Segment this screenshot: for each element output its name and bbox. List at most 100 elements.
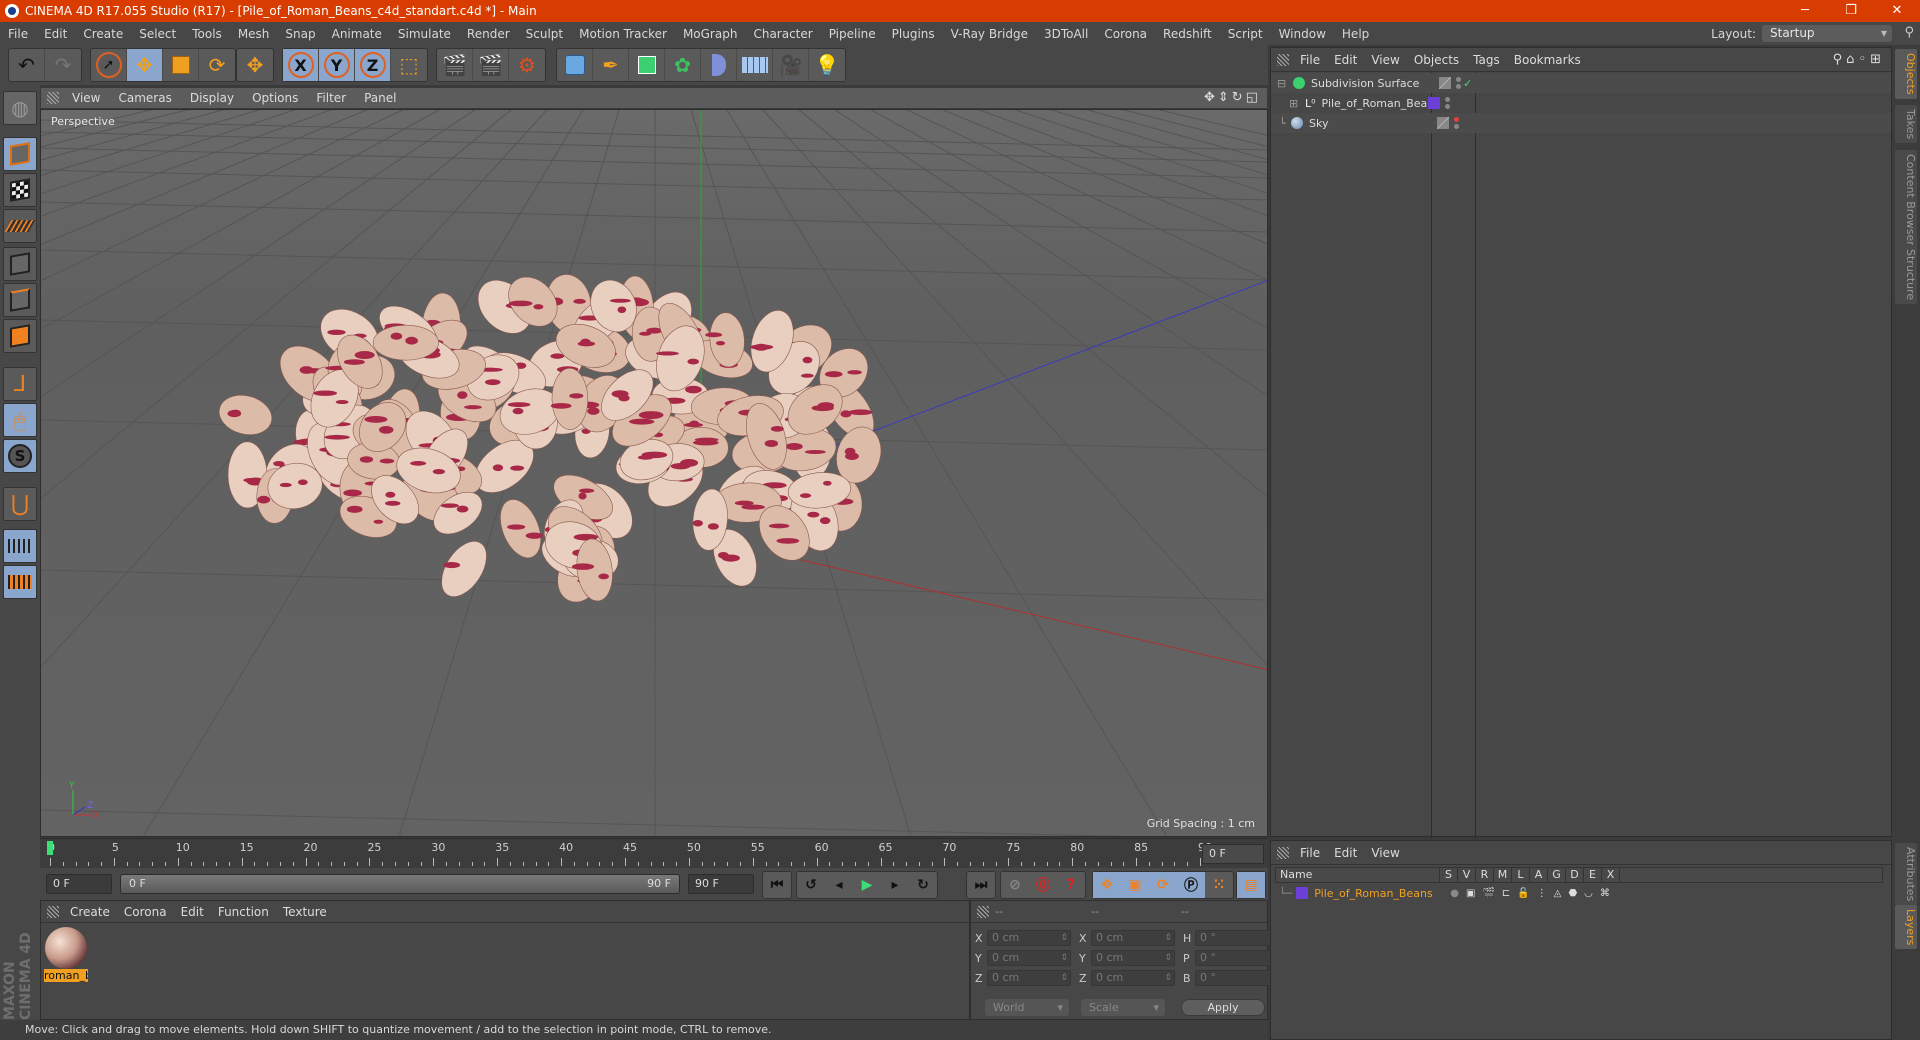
render-settings-button[interactable]: ⚙ <box>509 49 545 81</box>
layers-menu-view[interactable]: View <box>1364 846 1406 860</box>
column-render[interactable]: R <box>1476 868 1494 882</box>
layer-name[interactable]: Pile_of_Roman_Beans <box>1314 887 1450 900</box>
menu-window[interactable]: Window <box>1271 27 1334 41</box>
panel-grip-icon[interactable] <box>1277 846 1289 859</box>
enable-axis-button[interactable]: ⅃ <box>3 367 37 401</box>
menu-script[interactable]: Script <box>1220 27 1271 41</box>
column-animation[interactable]: A <box>1530 868 1548 882</box>
menu-tools[interactable]: Tools <box>184 27 230 41</box>
position-key-button[interactable]: ✥ <box>1093 872 1121 898</box>
z-axis-lock-button[interactable]: Z <box>355 49 391 81</box>
menu-mograph[interactable]: MoGraph <box>675 27 746 41</box>
preview-range-slider[interactable]: 0 F 90 F <box>120 874 680 894</box>
floor-button[interactable] <box>737 49 773 81</box>
timeline-ruler[interactable]: 051015202530354045505560657075808590 0 F <box>40 838 1268 868</box>
points-mode-button[interactable] <box>3 247 37 281</box>
material-menu-texture[interactable]: Texture <box>276 905 334 919</box>
menu-pipeline[interactable]: Pipeline <box>821 27 884 41</box>
object-row-sky[interactable]: └ Sky <box>1271 113 1891 133</box>
size-z-field[interactable]: 0 cm <box>1091 970 1175 986</box>
rot-h-field[interactable]: 0 ° <box>1195 930 1279 946</box>
object-name[interactable]: Subdivision Surface <box>1311 77 1429 90</box>
phong-tag-icon[interactable] <box>1439 77 1451 89</box>
autokeying-button[interactable]: ? <box>1057 872 1085 898</box>
rotation-key-button[interactable]: ⟳ <box>1149 872 1177 898</box>
live-selection-button[interactable]: ➚ <box>91 49 127 81</box>
visibility-dots[interactable] <box>1456 77 1461 89</box>
minimize-button[interactable]: ─ <box>1782 0 1828 22</box>
menu-motion-tracker[interactable]: Motion Tracker <box>571 27 675 41</box>
material-menu-edit[interactable]: Edit <box>174 905 211 919</box>
column-locked[interactable]: L <box>1512 868 1530 882</box>
last-tool-button[interactable]: ✥ <box>237 49 273 81</box>
object-name[interactable]: Pile_of_Roman_Beans <box>1322 97 1440 110</box>
cube-button[interactable] <box>557 49 593 81</box>
y-axis-lock-button[interactable]: Y <box>319 49 355 81</box>
scale-key-button[interactable]: ▣ <box>1121 872 1149 898</box>
pos-y-field[interactable]: 0 cm <box>987 950 1071 966</box>
previous-frame-button[interactable]: ◂ <box>825 872 853 898</box>
rot-b-field[interactable]: 0 ° <box>1195 970 1279 986</box>
menu-animate[interactable]: Animate <box>324 27 390 41</box>
panel-grip-icon[interactable] <box>47 905 59 918</box>
render-toggle-icon[interactable]: 🎬 <box>1482 888 1494 899</box>
panel-grip-icon[interactable] <box>1277 53 1289 66</box>
material-menu-create[interactable]: Create <box>63 905 117 919</box>
search-icon[interactable]: ⚲ <box>1904 25 1914 40</box>
expressions-toggle-icon[interactable]: ◡ <box>1584 888 1593 899</box>
light-button[interactable]: 💡 <box>809 49 845 81</box>
array-button[interactable]: ✿ <box>665 49 701 81</box>
tab-layers[interactable]: Layers <box>1895 905 1917 950</box>
viewport-menu-cameras[interactable]: Cameras <box>109 91 180 105</box>
column-name[interactable]: Name <box>1276 868 1440 882</box>
column-xref[interactable]: X <box>1602 868 1620 882</box>
move-view-icon[interactable]: ✥ <box>1204 90 1218 105</box>
material-menu-function[interactable]: Function <box>211 905 276 919</box>
model-mode-button[interactable] <box>3 137 37 171</box>
redo-button[interactable]: ↷ <box>45 49 81 81</box>
make-editable-button[interactable]: ◍ <box>3 91 37 125</box>
tab-content-browser[interactable]: Content Browser <box>1895 150 1917 250</box>
column-generators[interactable]: G <box>1548 868 1566 882</box>
layers-menu-edit[interactable]: Edit <box>1327 846 1364 860</box>
objects-menu-view[interactable]: View <box>1364 53 1406 67</box>
deformers-toggle-icon[interactable]: ⬣ <box>1568 888 1577 899</box>
solo-toggle-icon[interactable]: ● <box>1450 888 1459 899</box>
menu-create[interactable]: Create <box>75 27 131 41</box>
panel-grip-icon[interactable] <box>977 905 989 918</box>
eye-icon[interactable]: ◦ <box>1858 52 1870 67</box>
camera-button[interactable]: 🎥 <box>773 49 809 81</box>
menu-sculpt[interactable]: Sculpt <box>518 27 571 41</box>
menu-vray-bridge[interactable]: V-Ray Bridge <box>943 27 1036 41</box>
layers-menu-file[interactable]: File <box>1293 846 1327 860</box>
viewport-menu-filter[interactable]: Filter <box>307 91 355 105</box>
parameter-key-button[interactable]: Ⓟ <box>1177 872 1205 898</box>
size-x-field[interactable]: 0 cm <box>1091 930 1175 946</box>
menu-help[interactable]: Help <box>1334 27 1377 41</box>
object-name[interactable]: Sky <box>1309 117 1427 130</box>
coordinate-mode-dropdown[interactable]: World <box>985 999 1069 1016</box>
restore-button[interactable]: ❐ <box>1828 0 1874 22</box>
menu-snap[interactable]: Snap <box>277 27 323 41</box>
record-active-objects-button[interactable]: ⓪ <box>1029 872 1057 898</box>
column-expressions[interactable]: E <box>1584 868 1602 882</box>
rotate-tool-button[interactable]: ⟳ <box>199 49 235 81</box>
texture-mode-button[interactable] <box>3 173 37 207</box>
objects-menu-tags[interactable]: Tags <box>1466 53 1507 67</box>
material-swatch[interactable]: roman_b <box>44 927 88 983</box>
phong-tag-icon[interactable] <box>1437 117 1449 129</box>
manager-toggle-icon[interactable]: ⊏ <box>1502 888 1510 899</box>
rot-p-field[interactable]: 0 ° <box>1195 950 1279 966</box>
locked-workplane-button[interactable] <box>3 529 37 563</box>
roman-beans-pile[interactable] <box>215 267 888 609</box>
workplane-mode-button[interactable] <box>3 209 37 243</box>
end-frame-field[interactable]: 90 F <box>688 874 754 894</box>
objects-menu-bookmarks[interactable]: Bookmarks <box>1507 53 1588 67</box>
snap-button[interactable]: S <box>3 439 37 473</box>
viewport-menu-options[interactable]: Options <box>243 91 307 105</box>
tab-objects[interactable]: Objects <box>1895 49 1917 99</box>
panel-grip-icon[interactable] <box>47 92 59 104</box>
column-manager[interactable]: M <box>1494 868 1512 882</box>
point-level-animation-button[interactable]: ⁙ <box>1205 872 1233 898</box>
view-toggle-icon[interactable]: ▣ <box>1466 888 1475 899</box>
